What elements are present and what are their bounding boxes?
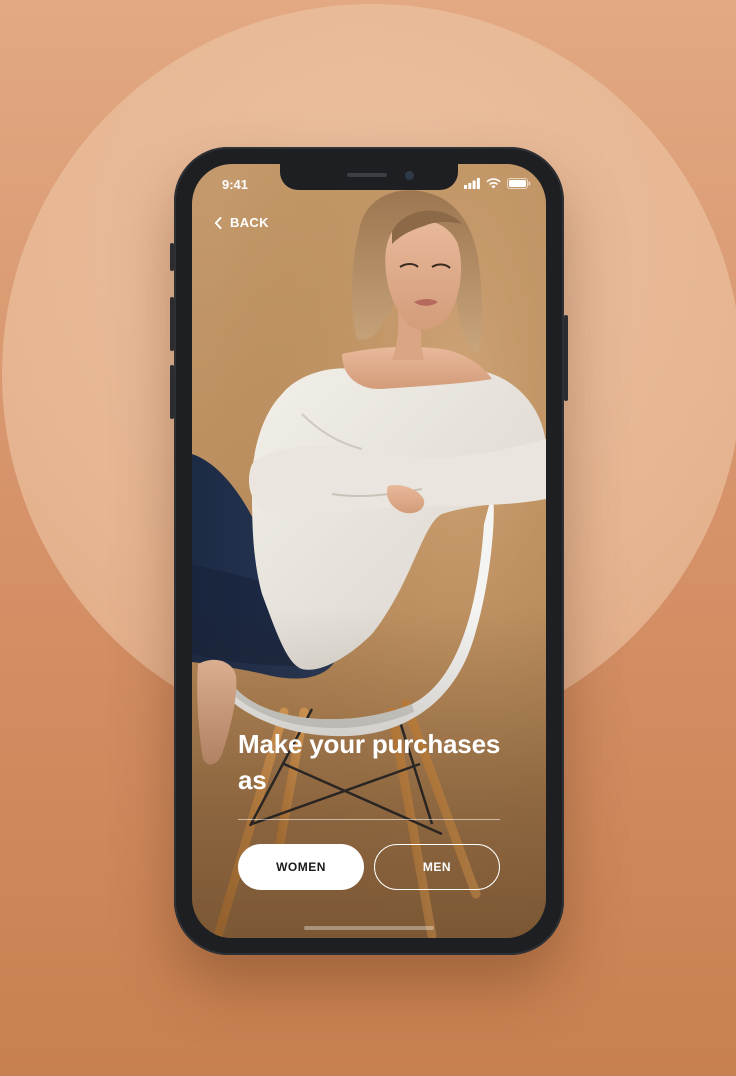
status-time: 9:41 (222, 177, 249, 192)
wifi-icon (486, 178, 501, 189)
back-button[interactable]: BACK (214, 215, 269, 230)
app-screen: 9:41 BACK Make your purchases as WOMEN M… (192, 164, 546, 938)
home-indicator[interactable] (304, 926, 434, 930)
battery-icon (507, 178, 531, 189)
front-camera (405, 171, 414, 180)
headline: Make your purchases as (238, 729, 501, 795)
mute-switch (170, 243, 174, 271)
power-button (564, 315, 568, 401)
status-icons (464, 178, 531, 189)
notch (280, 164, 458, 190)
back-label: BACK (230, 215, 269, 230)
volume-up-button (170, 297, 174, 351)
divider (238, 819, 500, 820)
chevron-left-icon (214, 216, 222, 229)
women-button[interactable]: WOMEN (238, 844, 364, 890)
men-button[interactable]: MEN (374, 844, 500, 890)
phone-frame: 9:41 BACK Make your purchases as WOMEN M… (170, 147, 568, 955)
speaker-grille (347, 173, 387, 177)
signal-icon (464, 178, 480, 189)
volume-down-button (170, 365, 174, 419)
